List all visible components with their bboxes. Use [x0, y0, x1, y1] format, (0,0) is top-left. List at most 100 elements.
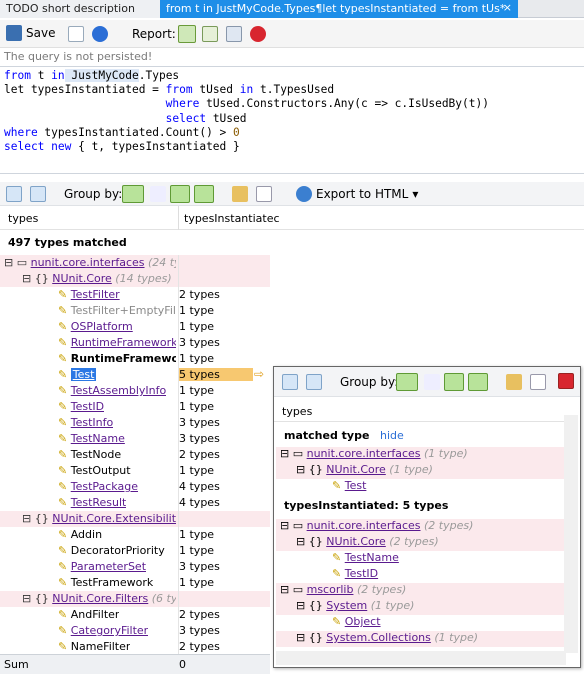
detail-popup: Group by: types matched type hide ⊟ ▭ nu… — [273, 366, 581, 668]
tree-row[interactable]: ✎ TestID 1 type — [0, 399, 270, 415]
arrow-right-icon[interactable]: ⇨ — [254, 367, 264, 381]
close-icon[interactable]: × — [503, 1, 512, 14]
document-icon[interactable] — [530, 374, 546, 390]
type-icon: ✎ — [58, 480, 71, 493]
tree-row[interactable]: ✎ TestNode 2 types — [0, 447, 270, 463]
popup-asm-row[interactable]: ⊟ ▭ nunit.core.interfaces (1 type) — [276, 447, 564, 463]
tree-row-value: 2 types — [179, 640, 220, 653]
type-icon: ✎ — [58, 640, 71, 653]
group-type-icon[interactable] — [194, 185, 214, 203]
column-types[interactable]: types — [8, 212, 38, 225]
tree-row-label: OSPlatform — [70, 320, 133, 333]
tree-row[interactable]: ✎ RuntimeFramework 3 types — [0, 335, 270, 351]
tree-row[interactable]: ✎ DecoratorPriority 1 type — [0, 543, 270, 559]
report-edit-icon[interactable] — [202, 26, 218, 42]
code-token: JustMyCode — [64, 69, 139, 82]
tree-row[interactable]: ⊟ ▭ nunit.core.interfaces (24 ty — [0, 255, 270, 271]
tree-row-value: 1 type — [179, 576, 215, 589]
tab-query[interactable]: from t in JustMyCode.Types¶let typesInst… — [160, 0, 518, 18]
tree-row[interactable]: ✎ TestInfo 3 types — [0, 415, 270, 431]
tree-row[interactable]: ✎ TestName 3 types — [0, 431, 270, 447]
sum-row: Sum 0 — [0, 654, 270, 674]
tree-row[interactable]: ✎ NameFilter 2 types — [0, 639, 270, 655]
tree-row[interactable]: ✎ TestFilter 2 types — [0, 287, 270, 303]
tree-row[interactable]: ✎ TestFilter+EmptyFilt 1 type — [0, 303, 270, 319]
expand-all-icon[interactable] — [6, 186, 22, 202]
group-namespace-icon[interactable] — [444, 373, 464, 391]
code-token: t.TypesUsed — [253, 83, 335, 97]
tree-row[interactable]: ✎ ParameterSet 3 types — [0, 559, 270, 575]
code-token: let typesInstantiated = — [4, 83, 166, 97]
tree-row-label: CategoryFilter — [70, 624, 149, 637]
report-label: Report: — [132, 27, 176, 41]
horizontal-scrollbar[interactable] — [276, 651, 566, 665]
column-instantiated[interactable]: typesInstantiatec — [184, 212, 280, 225]
type-icon: ✎ — [58, 464, 71, 477]
cancel-icon[interactable] — [250, 26, 266, 42]
collapse-all-icon[interactable] — [30, 186, 46, 202]
tree-row[interactable]: ✎ TestFramework 1 type — [0, 575, 270, 591]
tree-row-label: NameFilter — [70, 640, 131, 653]
tree-row[interactable]: ✎ Test 5 types — [0, 367, 270, 383]
group-tree-icon[interactable] — [150, 186, 166, 202]
tree-row-label: TestName — [70, 432, 125, 445]
popup-column-types[interactable]: types — [282, 405, 312, 418]
popup-type-row[interactable]: ✎ TestName — [276, 551, 564, 567]
close-icon[interactable] — [558, 373, 574, 389]
popup-ns-row[interactable]: ⊟ {} NUnit.Core (2 types) — [276, 535, 564, 551]
tree-row[interactable]: ✎ AndFilter 2 types — [0, 607, 270, 623]
group-type-icon[interactable] — [468, 373, 488, 391]
popup-ns-row[interactable]: ⊟ {} NUnit.Core (1 type) — [276, 463, 564, 479]
popup-type-row[interactable]: ✎ TestID — [276, 567, 564, 583]
tree-row[interactable]: ✎ CategoryFilter 3 types — [0, 623, 270, 639]
code-number: 0 — [233, 125, 240, 139]
vertical-scrollbar[interactable] — [564, 415, 578, 653]
tab-todo[interactable]: TODO short description — [0, 0, 160, 18]
group-namespace-icon[interactable] — [170, 185, 190, 203]
code-token: { t, typesInstantiated } — [71, 140, 240, 154]
popup-ns-row[interactable]: ⊟ {} System (1 type) — [276, 599, 564, 615]
group-assembly-icon[interactable] — [396, 373, 418, 391]
code-token: .Types — [138, 69, 180, 82]
folder-icon[interactable] — [232, 186, 248, 202]
folder-icon[interactable] — [506, 374, 522, 390]
tree-row[interactable]: ⊟ {} NUnit.Core.Extensibility — [0, 511, 270, 527]
group-tree-icon[interactable] — [424, 374, 440, 390]
tree-row[interactable]: ✎ TestResult 4 types — [0, 495, 270, 511]
tree-row[interactable]: ✎ Addin 1 type — [0, 527, 270, 543]
type-icon: ✎ — [58, 304, 71, 317]
tree-row[interactable]: ✎ TestAssemblyInfo 1 type — [0, 383, 270, 399]
tree-row[interactable]: ✎ TestOutput 1 type — [0, 463, 270, 479]
tree-row[interactable]: ✎ OSPlatform 1 type — [0, 319, 270, 335]
tree-row[interactable]: ⊟ {} NUnit.Core (14 types) — [0, 271, 270, 287]
tree-row-label: TestOutput — [70, 464, 131, 477]
tree-row-label: nunit.core.interfaces — [30, 256, 145, 269]
popup-type-row[interactable]: ✎ Object — [276, 615, 564, 631]
help-icon[interactable] — [92, 26, 108, 42]
tree-row-value: 2 types — [179, 448, 220, 461]
report-grid-icon[interactable] — [178, 25, 196, 43]
kw-where: where — [165, 97, 200, 111]
expand-all-icon[interactable] — [282, 374, 298, 390]
tree-row[interactable]: ✎ RuntimeFramework1 type — [0, 351, 270, 367]
popup-type-row[interactable]: ✎ Test — [276, 479, 564, 495]
collapse-all-icon[interactable] — [306, 374, 322, 390]
group-assembly-icon[interactable] — [122, 185, 144, 203]
checklist-icon[interactable] — [68, 26, 84, 42]
kw-in: in — [51, 69, 65, 82]
code-token: t — [30, 69, 52, 82]
popup-asm-row[interactable]: ⊟ ▭ nunit.core.interfaces (2 types) — [276, 519, 564, 535]
document-icon[interactable] — [256, 186, 272, 202]
sum-value: 0 — [179, 658, 186, 671]
tree-row[interactable]: ⊟ {} NUnit.Core.Filters (6 ty — [0, 591, 270, 607]
report-list-icon[interactable] — [226, 26, 242, 42]
tab-todo-label: TODO short description — [6, 2, 135, 15]
popup-ns-row[interactable]: ⊟ {} System.Collections (1 type) — [276, 631, 564, 647]
popup-asm-row[interactable]: ⊟ ▭ mscorlib (2 types) — [276, 583, 564, 599]
query-editor[interactable]: from t in JustMyCode.Types let typesInst… — [0, 66, 584, 174]
column-divider[interactable] — [178, 206, 179, 230]
hide-link[interactable]: hide — [380, 429, 404, 442]
export-html-button[interactable]: Export to HTML ▾ — [296, 186, 418, 202]
tree-row[interactable]: ✎ TestPackage 4 types — [0, 479, 270, 495]
save-button[interactable]: Save — [6, 25, 55, 41]
